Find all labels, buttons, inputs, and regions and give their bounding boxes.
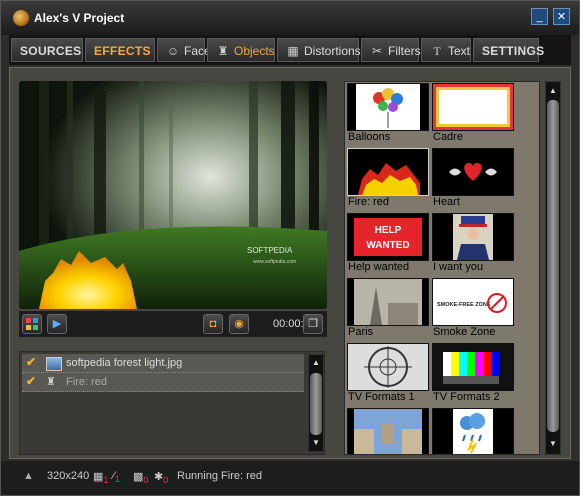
gallery-item-label: TV Formats 1 bbox=[348, 391, 415, 403]
gallery-item-label: Fire: red bbox=[348, 196, 389, 208]
layer-name: Fire: red bbox=[66, 376, 107, 388]
gallery-item-label: Help wanted bbox=[348, 261, 410, 273]
text-icon: T bbox=[433, 44, 441, 58]
distortions-icon: ▦ bbox=[287, 44, 299, 58]
svg-text:SMOKE-FREE ZONE: SMOKE-FREE ZONE bbox=[437, 302, 491, 308]
tab-settings[interactable]: SETTINGS bbox=[473, 38, 544, 62]
tab-sources[interactable]: SOURCES bbox=[11, 38, 83, 62]
thumbnail bbox=[347, 148, 429, 196]
svg-text:WANTED: WANTED bbox=[366, 240, 409, 251]
gallery-item-label: Paris bbox=[348, 326, 374, 338]
layer-list: ✔ softpedia forest light.jpg ✔ ♜ Fire: r… bbox=[19, 351, 325, 455]
effect-status-icon: ▲ bbox=[23, 470, 34, 482]
gallery-item-label: Cadre bbox=[433, 131, 463, 143]
thumbnail bbox=[432, 408, 514, 454]
minimize-button[interactable]: _ bbox=[531, 8, 548, 25]
close-button[interactable]: ✕ bbox=[553, 8, 570, 25]
snapshot-button[interactable]: ❐ bbox=[303, 314, 323, 334]
tab-bar: SOURCES EFFECTS ☺ Face ♜ Objects ▦ Distorti… bbox=[9, 35, 571, 65]
thumbnail bbox=[432, 213, 514, 261]
record-button[interactable]: ◘ bbox=[203, 314, 223, 334]
effect-icon: ♜ bbox=[46, 376, 56, 388]
objects-count: 0 bbox=[163, 475, 169, 486]
tab-effects-label: EFFECTS bbox=[94, 44, 151, 58]
tab-distortions[interactable]: ▦ Distortions bbox=[277, 38, 361, 62]
status-message: Running Fire: red bbox=[177, 470, 262, 482]
thumbnail bbox=[432, 148, 514, 196]
filters-count-icon: ▩0 bbox=[133, 471, 149, 486]
tab-text[interactable]: T Text bbox=[421, 38, 471, 62]
face-icon: ☺ bbox=[166, 44, 180, 58]
scroll-down-icon[interactable]: ▼ bbox=[310, 437, 322, 449]
thumbnail bbox=[347, 278, 429, 326]
preview-watermark: SOFTPEDIA bbox=[247, 246, 293, 255]
grid-icon bbox=[26, 318, 38, 330]
gallery-item-label: Heart bbox=[433, 196, 460, 208]
filters-count: 0 bbox=[143, 475, 149, 486]
tab-filters-label: Filters bbox=[388, 44, 421, 58]
gallery-item-label: TV Formats 2 bbox=[433, 391, 500, 403]
thumbnail: SMOKE-FREE ZONE bbox=[432, 278, 514, 326]
layer-checkbox[interactable]: ✔ bbox=[26, 375, 38, 388]
grid-view-button[interactable] bbox=[22, 314, 42, 334]
scroll-thumb[interactable] bbox=[547, 100, 559, 432]
broadcast-button[interactable]: ◉ bbox=[229, 314, 249, 334]
tab-sources-label: SOURCES bbox=[20, 44, 82, 58]
objects-count-icon: ✱0 bbox=[154, 471, 169, 486]
preview-image: SOFTPEDIA www.softpedia.com bbox=[19, 81, 327, 309]
tab-text-label: Text bbox=[448, 44, 471, 58]
tab-distortions-label: Distortions bbox=[304, 44, 361, 58]
window-title: Alex's V Project bbox=[34, 11, 125, 25]
play-icon: ▶ bbox=[52, 318, 62, 330]
gallery-item-label: I want you bbox=[433, 261, 484, 273]
image-icon bbox=[46, 357, 62, 371]
gallery-item-label: Smoke Zone bbox=[433, 326, 496, 338]
thumbnail bbox=[347, 343, 429, 391]
tab-filters[interactable]: ✂ Filters bbox=[361, 38, 421, 62]
app-logo-icon bbox=[13, 10, 29, 26]
filters-icon: ✂ bbox=[371, 44, 383, 58]
status-bar: ▲ 320x240 ▦1 ⁄1 ▩0 ✱0 Running Fire: red bbox=[1, 461, 579, 495]
scroll-up-icon[interactable]: ▲ bbox=[310, 357, 322, 369]
distortions-count: 1 bbox=[114, 474, 120, 485]
thumbnail bbox=[347, 83, 429, 131]
tab-effects[interactable]: EFFECTS bbox=[85, 38, 155, 62]
play-button[interactable]: ▶ bbox=[47, 314, 67, 334]
copy-icon: ❐ bbox=[308, 318, 318, 330]
thumbnail bbox=[347, 408, 429, 454]
thumbnail bbox=[432, 83, 514, 131]
layer-item[interactable]: ✔ ♜ Fire: red bbox=[22, 373, 304, 392]
gallery-scrollbar[interactable]: ▲ ▼ bbox=[545, 81, 561, 455]
preview-toolbar: ▶ ◘ ◉ 00:00:00 ❐ bbox=[19, 311, 327, 337]
layer-item[interactable]: ✔ softpedia forest light.jpg bbox=[22, 354, 304, 373]
thumbnail: HELP WANTED bbox=[347, 213, 429, 261]
broadcast-icon: ◉ bbox=[234, 318, 244, 330]
svg-text:HELP: HELP bbox=[375, 225, 402, 236]
tab-settings-label: SETTINGS bbox=[482, 44, 545, 58]
objects-icon: ♜ bbox=[217, 44, 229, 58]
distortions-count-icon: ⁄1 bbox=[113, 470, 120, 485]
scroll-up-icon[interactable]: ▲ bbox=[547, 85, 559, 97]
resolution-label: 320x240 bbox=[47, 470, 90, 482]
tab-objects[interactable]: ♜ Objects bbox=[207, 38, 275, 62]
record-icon: ◘ bbox=[209, 318, 217, 330]
tab-face[interactable]: ☺ Face bbox=[157, 38, 211, 62]
layers-count: 1 bbox=[103, 475, 109, 486]
thumbnail bbox=[432, 343, 514, 391]
scroll-down-icon[interactable]: ▼ bbox=[547, 438, 559, 450]
gallery-item-label: Balloons bbox=[348, 131, 391, 143]
layer-checkbox[interactable]: ✔ bbox=[26, 356, 38, 369]
app-window: Alex's V Project _ ✕ SOURCES EFFECTS ☺ Fa… bbox=[0, 0, 580, 496]
video-preview: SOFTPEDIA www.softpedia.com bbox=[19, 81, 327, 309]
layer-scrollbar[interactable]: ▲ ▼ bbox=[308, 354, 324, 452]
layers-count-icon: ▦1 bbox=[93, 471, 109, 486]
tab-objects-label: Objects bbox=[234, 44, 275, 58]
effects-gallery: Balloons Cadre Fire: red Heart HELP WANT… bbox=[344, 81, 540, 455]
title-bar: Alex's V Project _ ✕ bbox=[1, 1, 579, 35]
layer-name: softpedia forest light.jpg bbox=[66, 357, 183, 369]
preview-watermark-url: www.softpedia.com bbox=[253, 259, 296, 265]
scroll-thumb[interactable] bbox=[310, 373, 322, 435]
